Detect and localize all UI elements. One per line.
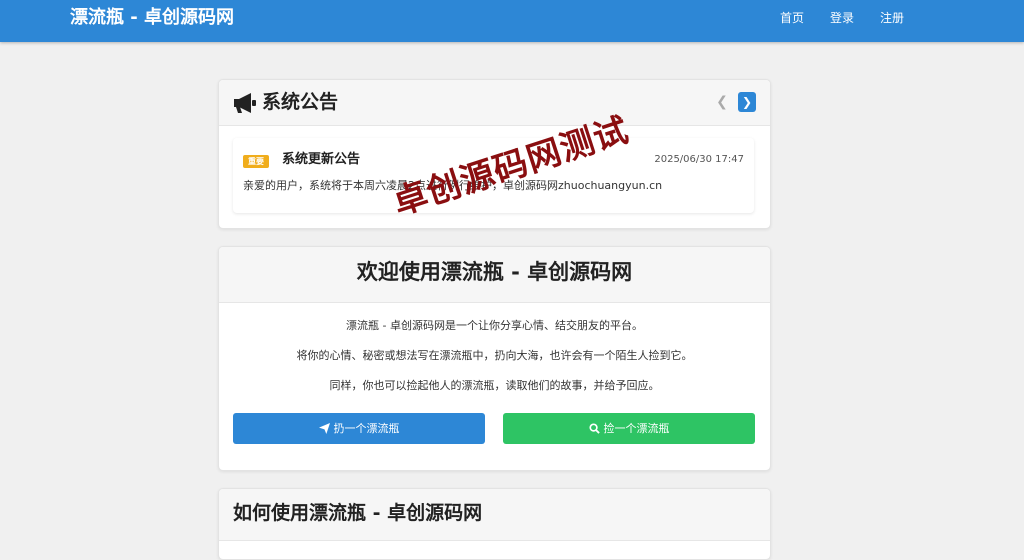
search-icon: [588, 423, 600, 434]
announcement-card: 系统公告 ❮ ❯ 重要 系统更新公告 2025/06/30 17:47 亲爱的用…: [218, 79, 771, 229]
nav-register-link[interactable]: 注册: [880, 11, 904, 25]
welcome-title: 欢迎使用漂流瓶 - 卓创源码网: [356, 260, 633, 284]
site-brand[interactable]: 漂流瓶 - 卓创源码网: [70, 7, 234, 29]
announcement-body: 亲爱的用户，系统将于本周六凌晨2点进行例行维护，卓创源码网zhuochuangy…: [243, 179, 663, 192]
announcement-item[interactable]: 重要 系统更新公告 2025/06/30 17:47 亲爱的用户，系统将于本周六…: [233, 138, 754, 213]
pick-bottle-label: 捡一个漂流瓶: [603, 422, 670, 435]
announcement-item-title: 系统更新公告: [282, 152, 361, 167]
megaphone-icon: [234, 93, 256, 113]
announcement-header: 系统公告 ❮ ❯: [219, 80, 770, 126]
nav-home-link[interactable]: 首页: [780, 11, 804, 25]
important-badge: 重要: [243, 155, 269, 168]
howto-title: 如何使用漂流瓶 - 卓创源码网: [233, 502, 483, 524]
howto-header: 如何使用漂流瓶 - 卓创源码网: [219, 489, 770, 541]
welcome-paragraph-2: 将你的心情、秘密或想法写在漂流瓶中，扔向大海，也许会有一个陌生人捡到它。: [296, 349, 693, 362]
paper-plane-icon: [318, 423, 330, 434]
announcement-title: 系统公告: [262, 91, 339, 113]
announcement-date: 2025/06/30 17:47: [654, 154, 744, 165]
nav-links: 首页 登录 注册: [780, 11, 904, 25]
top-navbar: 漂流瓶 - 卓创源码网 首页 登录 注册: [0, 0, 1024, 42]
throw-bottle-label: 扔一个漂流瓶: [333, 422, 400, 435]
welcome-paragraph-3: 同样，你也可以捡起他人的漂流瓶，读取他们的故事，并给予回应。: [329, 379, 660, 392]
howto-card: 如何使用漂流瓶 - 卓创源码网: [218, 488, 771, 560]
chevron-left-icon[interactable]: ❮: [715, 93, 729, 111]
nav-login-link[interactable]: 登录: [830, 11, 854, 25]
pick-bottle-button[interactable]: 捡一个漂流瓶: [503, 413, 755, 444]
chevron-right-icon[interactable]: ❯: [738, 92, 756, 112]
welcome-header: 欢迎使用漂流瓶 - 卓创源码网: [219, 247, 770, 303]
welcome-paragraph-1: 漂流瓶 - 卓创源码网是一个让你分享心情、结交朋友的平台。: [346, 319, 643, 332]
welcome-card: 欢迎使用漂流瓶 - 卓创源码网 漂流瓶 - 卓创源码网是一个让你分享心情、结交朋…: [218, 246, 771, 471]
throw-bottle-button[interactable]: 扔一个漂流瓶: [233, 413, 485, 444]
